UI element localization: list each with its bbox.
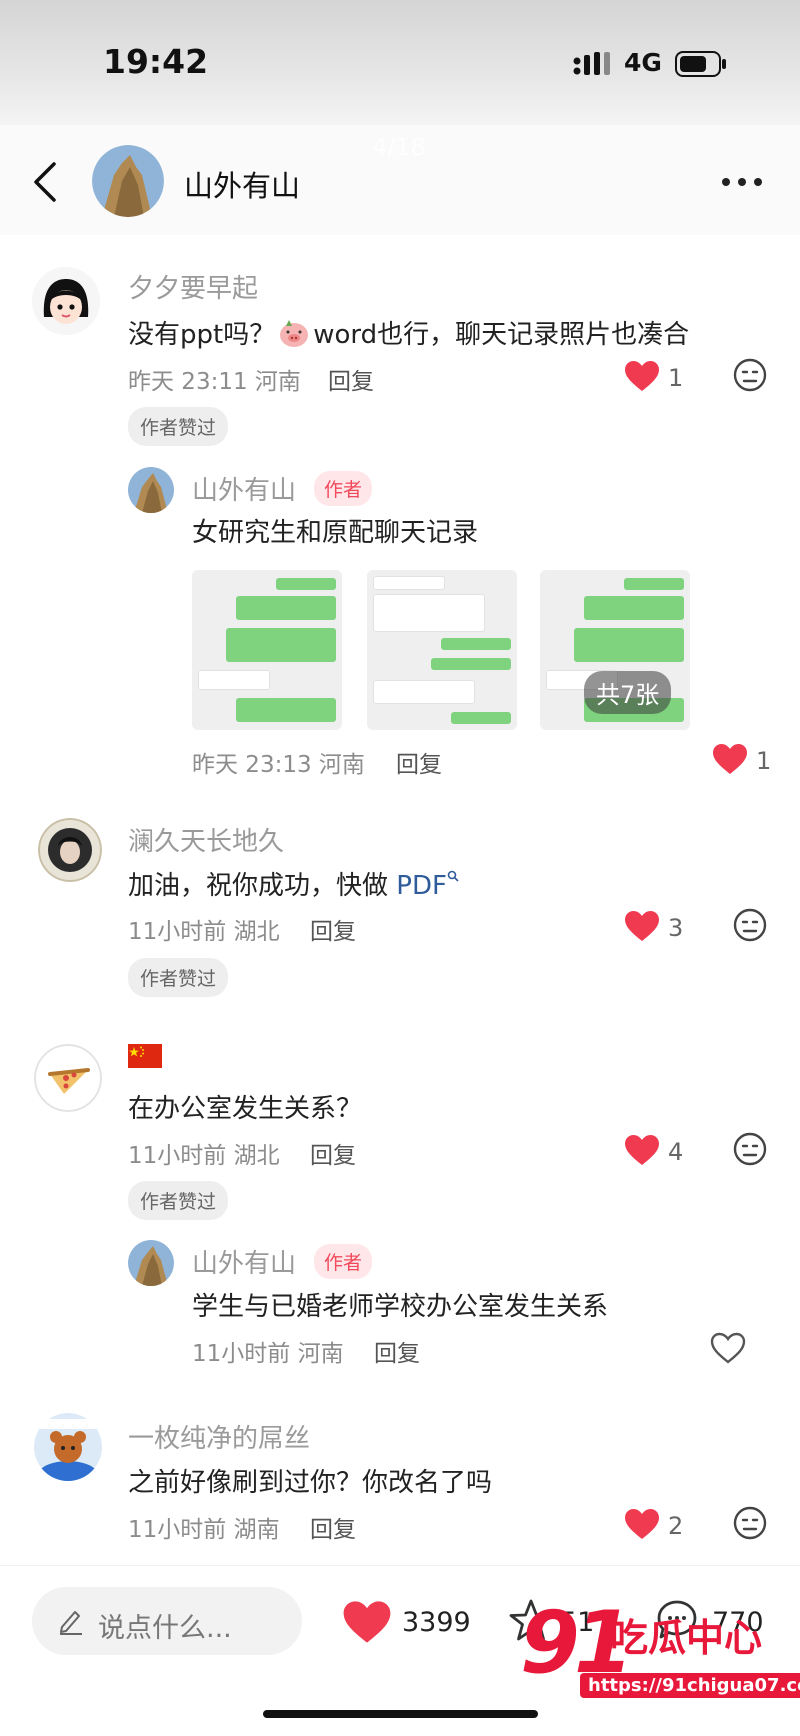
comment-text-part: word也行，聊天记录照片也凑合 (313, 320, 690, 350)
reply-meta: 昨天 23:13 河南 (192, 745, 365, 779)
post-like-count: 3399 (402, 1607, 471, 1638)
heart-filled-icon[interactable] (624, 1134, 660, 1166)
like-count: 3 (668, 914, 684, 942)
neutral-face-icon[interactable] (733, 1506, 767, 1540)
comment-time: 11小时前 (128, 1143, 227, 1169)
girl-avatar-icon (32, 267, 100, 335)
reply-button[interactable]: 回复 (310, 912, 356, 946)
comment-text: 没有ppt吗？ word也行，聊天记录照片也凑合 (128, 314, 689, 351)
reply-location: 河南 (297, 1341, 344, 1367)
status-time: 19:42 (103, 42, 209, 81)
author-avatar[interactable] (128, 1240, 174, 1286)
comment-username[interactable]: 一枚纯净的屌丝 (128, 1418, 310, 1455)
watermark-url: https://91chigua07.com (580, 1673, 800, 1698)
author-liked-badge: 作者赞过 (128, 1181, 229, 1220)
search-icon (447, 870, 459, 882)
ellipsis-icon[interactable] (720, 176, 764, 188)
comment-username[interactable]: 澜久天长地久 (128, 821, 284, 858)
reply-button[interactable]: 回复 (396, 745, 442, 779)
heart-filled-icon[interactable] (342, 1600, 392, 1644)
network-label: 4G (624, 48, 662, 77)
comment-meta: 昨天 23:11 河南 (128, 362, 301, 396)
author-tag: 作者 (314, 471, 373, 506)
author-tag: 作者 (314, 1244, 373, 1279)
heart-filled-icon[interactable] (624, 360, 660, 392)
reply-time: 11小时前 (192, 1341, 291, 1367)
like-count: 1 (668, 364, 684, 392)
comment-time: 11小时前 (128, 919, 227, 945)
comment-text: 加油，祝你成功，快做 PDF (128, 865, 459, 902)
comment-location: 湖北 (233, 919, 280, 945)
chat-screenshot-thumbnail[interactable] (367, 570, 517, 730)
comment-meta: 11小时前 湖北 (128, 1136, 280, 1170)
comment-text-part: 加油，祝你成功，快做 (128, 871, 389, 901)
pig-face-emoji-icon (280, 320, 309, 347)
comment-time: 11小时前 (128, 1517, 227, 1543)
signal-icon (573, 52, 610, 75)
page-counter: 4/18 (372, 133, 426, 161)
reply-button[interactable]: 回复 (328, 362, 374, 396)
header-title[interactable]: 山外有山 (184, 163, 300, 205)
author-avatar[interactable] (128, 467, 174, 513)
comment-location: 湖南 (233, 1517, 280, 1543)
home-indicator[interactable] (263, 1710, 538, 1718)
author-liked-badge: 作者赞过 (128, 958, 229, 997)
search-link-pdf[interactable]: PDF (396, 871, 447, 901)
like-count: 1 (756, 747, 772, 775)
author-liked-badge: 作者赞过 (128, 407, 229, 446)
comment-text: 在办公室发生关系？ (128, 1094, 363, 1124)
reply-text: 女研究生和原配聊天记录 (192, 518, 479, 548)
neutral-face-icon[interactable] (733, 358, 767, 392)
comment-time: 昨天 23:11 (128, 369, 248, 395)
reply-meta: 11小时前 河南 (192, 1334, 344, 1368)
comment-location: 河南 (254, 369, 301, 395)
neutral-face-icon[interactable] (733, 1132, 767, 1166)
comment-text: 之前好像刷到过你？你改名了吗 (128, 1468, 493, 1498)
chevron-left-icon[interactable] (30, 160, 60, 204)
comment-meta: 11小时前 湖北 (128, 912, 280, 946)
chat-screenshot-thumbnail[interactable] (192, 570, 342, 730)
china-flag-icon (128, 1044, 162, 1068)
author-avatar[interactable] (92, 145, 164, 217)
commenter-avatar[interactable] (32, 267, 100, 335)
reply-location: 河南 (318, 752, 365, 778)
like-count: 4 (668, 1138, 684, 1166)
like-count: 2 (668, 1512, 684, 1540)
commenter-avatar[interactable] (34, 1044, 102, 1112)
watermark-logo: 91 吃瓜中心 https://91chigua07.com (520, 1593, 800, 1707)
heart-filled-icon[interactable] (624, 910, 660, 942)
heart-outline-icon[interactable] (710, 1332, 746, 1364)
comment-text-part: 没有ppt吗？ (128, 320, 276, 350)
reply-time: 昨天 23:13 (192, 752, 312, 778)
commenter-avatar[interactable] (38, 818, 102, 882)
battery-icon (675, 51, 726, 77)
reply-username[interactable]: 山外有山 (192, 470, 296, 507)
comment-username[interactable]: 夕夕要早起 (128, 268, 258, 305)
reply-button[interactable]: 回复 (310, 1136, 356, 1170)
watermark-name: 吃瓜中心 (610, 1616, 763, 1660)
heart-filled-icon[interactable] (712, 743, 748, 775)
comment-meta: 11小时前 湖南 (128, 1510, 280, 1544)
neutral-face-icon[interactable] (733, 908, 767, 942)
image-count-badge[interactable]: 共7张 (584, 671, 672, 714)
heart-filled-icon[interactable] (624, 1508, 660, 1540)
reply-username[interactable]: 山外有山 (192, 1243, 296, 1280)
comment-location: 湖北 (233, 1143, 280, 1169)
commenter-avatar[interactable] (34, 1413, 102, 1481)
pencil-icon (60, 1611, 82, 1635)
comment-input-placeholder[interactable]: 说点什么... (98, 1606, 232, 1645)
reply-button[interactable]: 回复 (374, 1334, 420, 1368)
reply-button[interactable]: 回复 (310, 1510, 356, 1544)
reply-text: 学生与已婚老师学校办公室发生关系 (192, 1292, 609, 1322)
